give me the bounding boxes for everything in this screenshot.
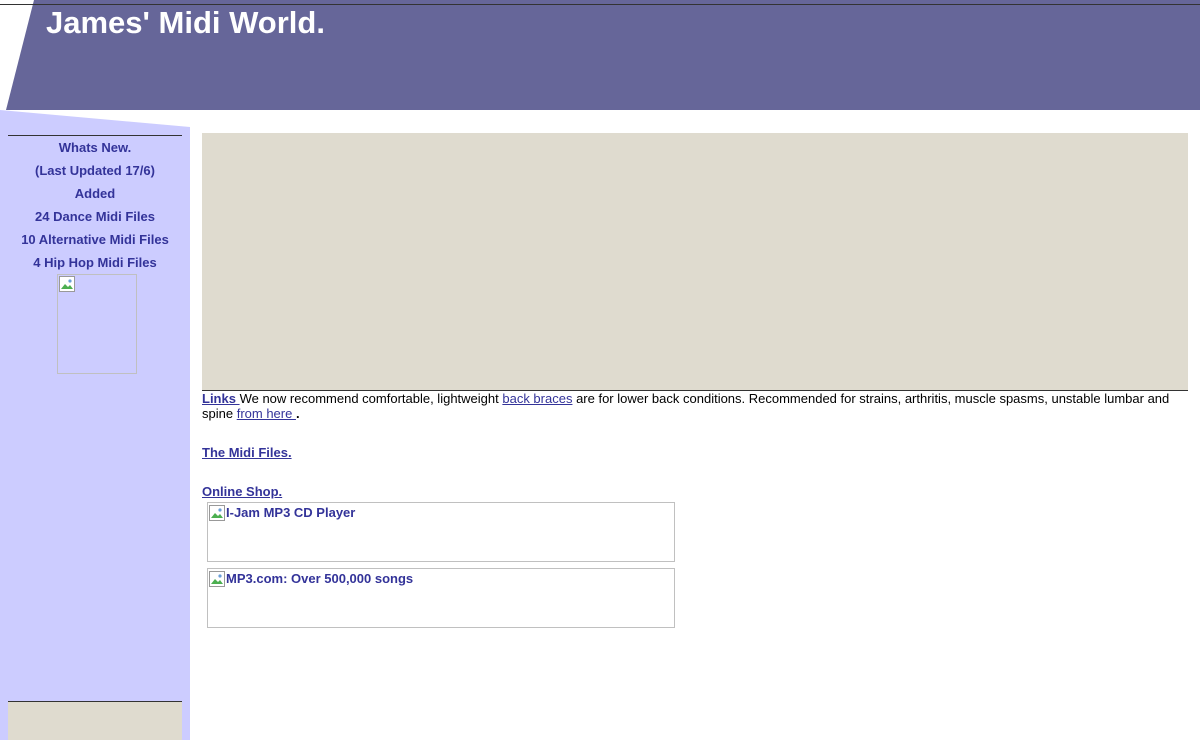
recommend-text: We now recommend comfortable, lightweigh… xyxy=(239,391,503,406)
hip-hop-midi-count: 4 Hip Hop Midi Files xyxy=(33,255,157,270)
ad-banner xyxy=(202,133,1188,390)
back-braces-link[interactable]: back braces xyxy=(502,391,572,406)
sidebar-footer-panel xyxy=(8,702,182,740)
sidebar-image-placeholder[interactable] xyxy=(57,274,137,374)
shop-item-ijam[interactable]: I-Jam MP3 CD Player xyxy=(207,502,675,562)
paragraph-end: . xyxy=(295,406,300,421)
intro-paragraph: Links We now recommend comfortable, ligh… xyxy=(202,391,1188,421)
broken-image-icon xyxy=(59,276,75,292)
dance-midi-count: 24 Dance Midi Files xyxy=(35,209,155,224)
shop-item-label: MP3.com: Over 500,000 songs xyxy=(226,571,414,586)
whats-new-list: Whats New. (Last Updated 17/6) Added 24 … xyxy=(8,136,182,274)
site-title: James' Midi World. xyxy=(46,5,325,40)
midi-files-link[interactable]: The Midi Files. xyxy=(202,445,292,460)
broken-image-icon xyxy=(209,505,225,521)
links-link[interactable]: Links xyxy=(202,391,240,406)
broken-image-icon xyxy=(209,571,225,587)
shop-item-mp3com[interactable]: MP3.com: Over 500,000 songs xyxy=(207,568,675,628)
whats-new-heading: Whats New. xyxy=(58,140,132,155)
alternative-midi-count: 10 Alternative Midi Files xyxy=(21,232,169,247)
last-updated-text: (Last Updated 17/6) xyxy=(35,163,155,178)
added-text: Added xyxy=(74,186,116,201)
page: James' Midi World. Whats New. (Last Upda… xyxy=(0,0,1200,740)
shop-item-label: I-Jam MP3 CD Player xyxy=(226,505,356,520)
online-shop-link[interactable]: Online Shop. xyxy=(202,484,282,499)
from-here-link[interactable]: from here xyxy=(237,406,296,421)
